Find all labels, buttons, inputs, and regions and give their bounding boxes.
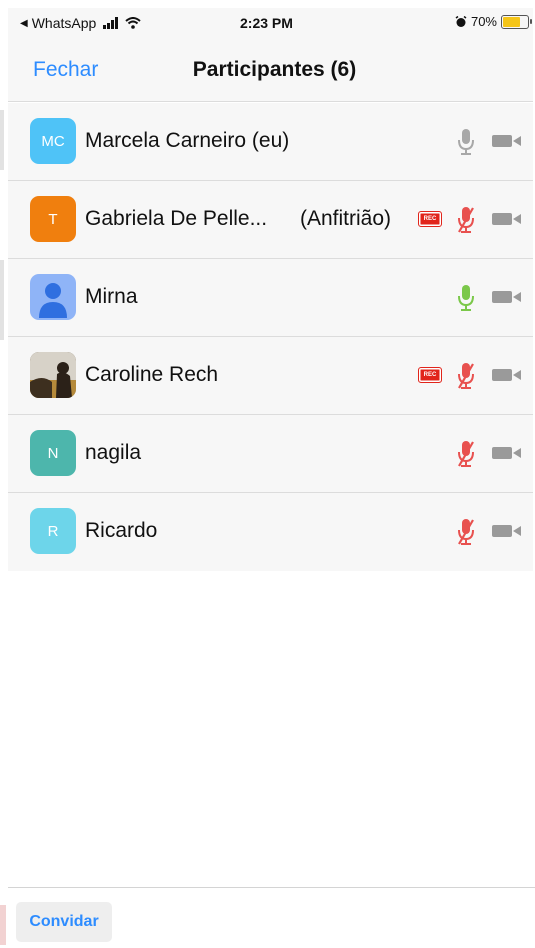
back-to-app[interactable]: ◀ WhatsApp: [20, 15, 141, 31]
participant-name: Marcela Carneiro (eu): [85, 129, 290, 152]
avatar-initials: T: [48, 210, 58, 228]
battery-icon: [501, 14, 532, 29]
participant-row[interactable]: Nnagila: [8, 415, 533, 493]
participant-row[interactable]: T Gabriela De Pelle... (Anfitrião) REC: [8, 181, 533, 259]
avatar: [30, 352, 76, 398]
rec-badge: REC: [418, 367, 442, 383]
video-camera-icon[interactable]: [492, 523, 522, 539]
wifi-icon: [125, 17, 141, 29]
participant-name: Gabriela De Pelle...: [85, 207, 268, 230]
participants-screen: ◀ WhatsApp 2:23 PM 70% Fechar Participan…: [0, 0, 535, 948]
participant-row[interactable]: Mirna: [8, 259, 533, 337]
rec-badge: REC: [418, 211, 442, 227]
mic-muted-icon[interactable]: [456, 361, 476, 391]
photo-avatar: [30, 352, 76, 398]
mic-icon[interactable]: [456, 127, 476, 157]
participant-name: Mirna: [85, 285, 138, 308]
status-bar: ◀ WhatsApp 2:23 PM 70%: [8, 8, 533, 38]
video-camera-icon[interactable]: [492, 211, 522, 227]
participant-role: (Anfitrião): [300, 207, 392, 230]
avatar: [30, 274, 76, 320]
alarm-icon: [455, 15, 467, 27]
avatar-initials: MC: [41, 132, 65, 150]
participant-row[interactable]: Caroline Rech REC: [8, 337, 533, 415]
battery-percent: 70%: [470, 14, 497, 29]
footer-divider: [8, 887, 535, 888]
nav-bar: Fechar Participantes (6): [8, 38, 533, 102]
participant-row[interactable]: MC Marcela Carneiro (eu): [8, 103, 533, 181]
page-title: Participantes (6): [192, 58, 357, 81]
back-app-label: WhatsApp: [31, 15, 97, 31]
battery-fill: [503, 16, 520, 27]
avatar: N: [30, 430, 76, 476]
status-time: 2:23 PM: [240, 15, 293, 31]
participant-list: MC Marcela Carneiro (eu) T Gabriela De Pell…: [8, 103, 533, 571]
edge-mark: [0, 110, 4, 170]
video-camera-icon[interactable]: [492, 289, 522, 305]
signal-icon: [103, 17, 119, 29]
back-arrow-icon: ◀: [20, 17, 28, 29]
participant-name: nagila: [85, 441, 142, 464]
mic-icon[interactable]: [456, 283, 476, 313]
video-camera-icon[interactable]: [492, 367, 522, 383]
edge-mark: [0, 260, 4, 340]
avatar-initials: N: [47, 444, 59, 462]
person-icon: [39, 283, 67, 318]
participant-row[interactable]: R Ricardo: [8, 493, 533, 571]
mic-muted-icon[interactable]: [456, 439, 476, 469]
avatar: R: [30, 508, 76, 554]
participant-name: Ricardo: [85, 519, 158, 542]
mic-muted-icon[interactable]: [456, 205, 476, 235]
avatar: MC: [30, 118, 76, 164]
status-right: 70%: [455, 14, 532, 29]
avatar: T: [30, 196, 76, 242]
edge-mark: [0, 905, 6, 945]
avatar-initials: R: [47, 522, 59, 540]
participant-name: Caroline Rech: [85, 363, 219, 386]
mic-muted-icon[interactable]: [456, 517, 476, 547]
video-camera-icon[interactable]: [492, 445, 522, 461]
video-camera-icon[interactable]: [492, 133, 522, 149]
invite-button[interactable]: Convidar: [16, 902, 112, 942]
